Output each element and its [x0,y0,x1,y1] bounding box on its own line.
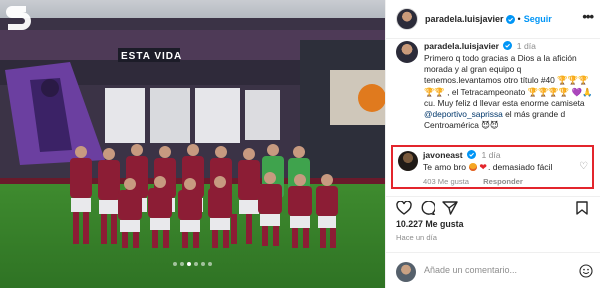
comment-meta: 403 Me gusta Responder [423,177,523,186]
author-avatar[interactable] [396,8,418,30]
caption-avatar[interactable] [396,41,418,63]
verified-badge-icon [505,14,515,24]
comment-likes[interactable]: 403 Me gusta [423,177,469,186]
caption-text: Primero q todo gracias a Dios a la afici… [424,53,594,131]
mention-link[interactable]: @deportivo_saprissa [424,109,503,119]
verified-badge-icon [467,150,477,159]
post-likes-count[interactable]: 10.227 Me gusta [396,219,463,229]
save-bookmark-icon[interactable] [575,201,591,215]
post-actions [386,196,600,215]
carousel-dot[interactable] [173,262,177,266]
carousel-dot[interactable] [208,262,212,266]
carousel-dot[interactable] [187,262,191,266]
stadium-banner-text: ESTA VIDA [121,51,183,62]
current-user-avatar [396,262,416,282]
share-paper-plane-icon[interactable] [442,201,458,215]
carousel-dot[interactable] [201,262,205,266]
caption-text-start: Primero q todo gracias a Dios a la afici… [424,53,593,108]
commenter-username[interactable]: javoneast [423,150,463,160]
caption-username[interactable]: paradela.luisjavier [424,41,499,51]
carousel-dot[interactable] [194,262,198,266]
add-comment-bar [386,252,600,288]
team-photo-illustration [0,0,385,288]
follow-button[interactable]: Seguir [524,14,552,24]
carousel-indicator [0,262,385,266]
comment-bubble-icon[interactable] [419,201,435,215]
emoji-face-icon [469,163,478,171]
post-header: paradela.luisjavier • Seguir ••• [386,0,600,39]
emoji-heart-icon: ❤ [479,162,487,172]
more-options-icon[interactable]: ••• [582,10,594,23]
carousel-dot[interactable] [180,262,184,266]
reply-button[interactable]: Responder [483,177,523,186]
post-photo[interactable]: ESTA VIDA [0,0,385,288]
post-caption: paradela.luisjavier 1 día Primero q todo… [396,41,596,131]
verified-badge-icon [503,41,513,50]
add-comment-input[interactable] [424,265,564,275]
caption-time: 1 día [516,41,536,51]
comment-time: 1 día [481,150,501,160]
header-separator: • [517,14,521,24]
commenter-avatar[interactable] [398,151,418,171]
author-username[interactable]: paradela.luisjavier [425,14,504,24]
post-timestamp: Hace un día [396,233,437,242]
comment-text: Te amo bro ❤. demasiado fácil [423,162,552,173]
comment-text-end: . demasiado fácil [487,162,553,172]
saprissa-logo-icon [6,6,31,30]
comment-like-icon[interactable]: ♡ [579,162,588,172]
like-heart-icon[interactable] [396,201,412,215]
comment-text-start: Te amo bro [423,162,466,172]
post-side-panel: paradela.luisjavier • Seguir ••• paradel… [385,0,600,288]
highlighted-comment: javoneast 1 día Te amo bro ❤. demasiado … [391,145,594,189]
emoji-picker-icon[interactable] [579,264,593,278]
